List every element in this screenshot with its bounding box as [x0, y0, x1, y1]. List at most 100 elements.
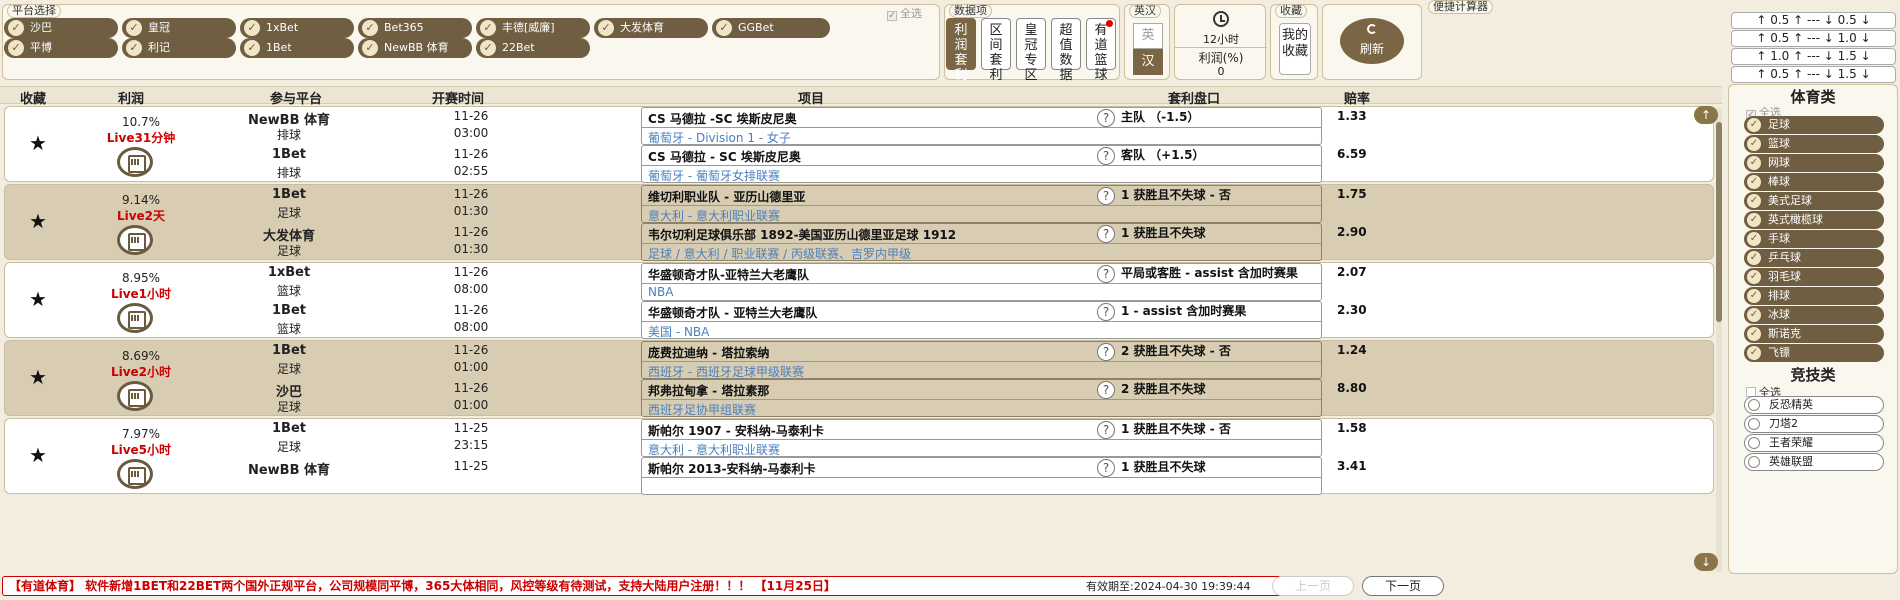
sport-pill[interactable]: ✓ 斯诺克 [1744, 325, 1884, 343]
sport-pill-label: 飞镖 [1768, 346, 1790, 359]
next-page-button[interactable]: 下一页 [1362, 576, 1444, 596]
data-tab[interactable]: 超值数据 [1051, 18, 1081, 83]
leg-time: 03:00 [453, 126, 489, 140]
lang-zh-button[interactable]: 汉 [1133, 49, 1163, 75]
esport-pill[interactable]: 反恐精英 [1744, 396, 1884, 414]
platform-pill[interactable]: ✓ 大发体育 [594, 18, 708, 38]
platform-pill[interactable]: ✓ 22Bet [476, 38, 590, 58]
table-row: ★ 8.69% Live2小时 1Bet 足球 11-26 01:00 庞费拉迪纳 - 塔拉索… [4, 340, 1714, 417]
leg-platform: 1Bet [272, 343, 306, 358]
profit-percent: 9.14% [121, 193, 161, 207]
calc-row[interactable]: ↑ 0.5 ↑ --- ↓ 0.5 ↓ [1731, 12, 1896, 29]
leg-date: 11-26 [453, 225, 489, 239]
platform-pill[interactable]: ✓ Bet365 [358, 18, 472, 38]
odds-value: 1.33 [1337, 109, 1367, 123]
leg-time: 08:00 [453, 320, 489, 334]
table-header: 收藏 利润 参与平台 开赛时间 项目 套利盘口 赔率 [0, 86, 1722, 107]
platform-pill-label: 1Bet [266, 41, 292, 54]
event-league: NBA [648, 285, 674, 299]
notification-dot [1106, 20, 1113, 27]
calc-row[interactable]: ↑ 1.0 ↑ --- ↓ 1.5 ↓ [1731, 48, 1896, 65]
help-icon[interactable]: ? [1097, 381, 1115, 399]
calc-row[interactable]: ↑ 0.5 ↑ --- ↓ 1.5 ↓ [1731, 66, 1896, 83]
sport-pill[interactable]: ✓ 篮球 [1744, 135, 1884, 153]
platform-pill[interactable]: ✓ 平博 [4, 38, 118, 58]
platform-pill[interactable]: ✓ 沙巴 [4, 18, 118, 38]
lang-en-button[interactable]: 英 [1133, 23, 1163, 49]
sport-pill[interactable]: ✓ 棒球 [1744, 173, 1884, 191]
help-icon[interactable]: ? [1097, 421, 1115, 439]
esport-pill[interactable]: 英雄联盟 [1744, 453, 1884, 471]
platform-pill[interactable]: ✓ NewBB 体育 [358, 38, 472, 58]
scroll-bottom-button[interactable]: ↓ [1694, 553, 1718, 571]
event-name: 华盛顿奇才队 - 亚特兰大老鹰队 [648, 306, 818, 320]
sport-pill[interactable]: ✓ 羽毛球 [1744, 268, 1884, 286]
star-icon[interactable]: ★ [29, 131, 47, 155]
refresh-button[interactable]: 刷新 [1340, 18, 1404, 64]
sport-pill[interactable]: ✓ 乒乓球 [1744, 249, 1884, 267]
sport-pill-label: 羽毛球 [1768, 270, 1801, 283]
help-icon[interactable]: ? [1097, 303, 1115, 321]
leg-time: 08:00 [453, 282, 489, 296]
star-icon[interactable]: ★ [29, 443, 47, 467]
check-icon: ✓ [480, 40, 496, 56]
data-tab[interactable]: 区间套利 [981, 18, 1011, 83]
platform-pill-label: 沙巴 [30, 21, 52, 34]
data-tab[interactable]: 皇冠专区 [1016, 18, 1046, 83]
platform-pill[interactable]: ✓ 1xBet [240, 18, 354, 38]
help-icon[interactable]: ? [1097, 265, 1115, 283]
esport-pill-label: 英雄联盟 [1769, 455, 1813, 468]
scroll-top-button[interactable]: ↑ [1694, 106, 1718, 124]
sport-pill[interactable]: ✓ 冰球 [1744, 306, 1884, 324]
radio-icon [1748, 418, 1760, 430]
event-divider [642, 205, 1321, 206]
help-icon[interactable]: ? [1097, 225, 1115, 243]
sport-pill[interactable]: ✓ 足球 [1744, 116, 1884, 134]
platform-pill[interactable]: ✓ 1Bet [240, 38, 354, 58]
sport-pill[interactable]: ✓ 排球 [1744, 287, 1884, 305]
help-icon[interactable]: ? [1097, 187, 1115, 205]
calculator-icon[interactable] [117, 459, 153, 489]
prev-page-button[interactable]: 上一页 [1272, 576, 1354, 596]
event-divider [642, 127, 1321, 128]
platform-pill[interactable]: ✓ 皇冠 [122, 18, 236, 38]
calc-row[interactable]: ↑ 0.5 ↑ --- ↓ 1.0 ↓ [1731, 30, 1896, 47]
time-range-select[interactable]: 12小时 [1175, 31, 1267, 47]
help-icon[interactable]: ? [1097, 459, 1115, 477]
calculator-icon[interactable] [117, 147, 153, 177]
scrollbar-thumb[interactable] [1716, 122, 1722, 322]
platform-panel-title: 平台选择 [7, 4, 61, 18]
odds-value: 2.90 [1337, 225, 1367, 239]
platform-pill[interactable]: ✓ GGBet [712, 18, 830, 38]
help-icon[interactable]: ? [1097, 147, 1115, 165]
star-icon[interactable]: ★ [29, 365, 47, 389]
sport-pill[interactable]: ✓ 飞镖 [1744, 344, 1884, 362]
my-fav-button[interactable]: 我的收藏 [1279, 23, 1311, 75]
platform-pill[interactable]: ✓ 丰德[威廉] [476, 18, 590, 38]
header-event: 项目 [798, 92, 825, 107]
calculator-icon[interactable] [117, 381, 153, 411]
sport-pill-label: 英式橄榄球 [1768, 213, 1823, 226]
calculator-icon[interactable] [117, 225, 153, 255]
esport-pill[interactable]: 王者荣耀 [1744, 434, 1884, 452]
profit-value-input[interactable]: 0 [1175, 65, 1267, 78]
platform-pill[interactable]: ✓ 利记 [122, 38, 236, 58]
esport-pill[interactable]: 刀塔2 [1744, 415, 1884, 433]
star-icon[interactable]: ★ [29, 209, 47, 233]
platform-select-all[interactable]: ✓ 全选 [887, 5, 922, 21]
sport-pill[interactable]: ✓ 手球 [1744, 230, 1884, 248]
data-tab-label: 区间套利 [989, 23, 1003, 83]
event-league: 美国 - NBA [648, 325, 710, 339]
help-icon[interactable]: ? [1097, 343, 1115, 361]
help-icon[interactable]: ? [1097, 109, 1115, 127]
table-row: ★ 10.7% Live31分钟 NewBB 体育 排球 11-26 03:00 CS 马德拉… [4, 106, 1714, 183]
check-icon: ✓ [1747, 232, 1761, 246]
calculator-icon[interactable] [117, 303, 153, 333]
sport-pill[interactable]: ✓ 美式足球 [1744, 192, 1884, 210]
data-tab[interactable]: 利润套利 [946, 18, 976, 83]
sport-pill[interactable]: ✓ 网球 [1744, 154, 1884, 172]
star-icon[interactable]: ★ [29, 287, 47, 311]
event-name: CS 马德拉 -SC 埃斯皮尼奥 [648, 112, 797, 126]
data-tab[interactable]: 有道篮球 [1086, 18, 1116, 83]
sport-pill[interactable]: ✓ 英式橄榄球 [1744, 211, 1884, 229]
